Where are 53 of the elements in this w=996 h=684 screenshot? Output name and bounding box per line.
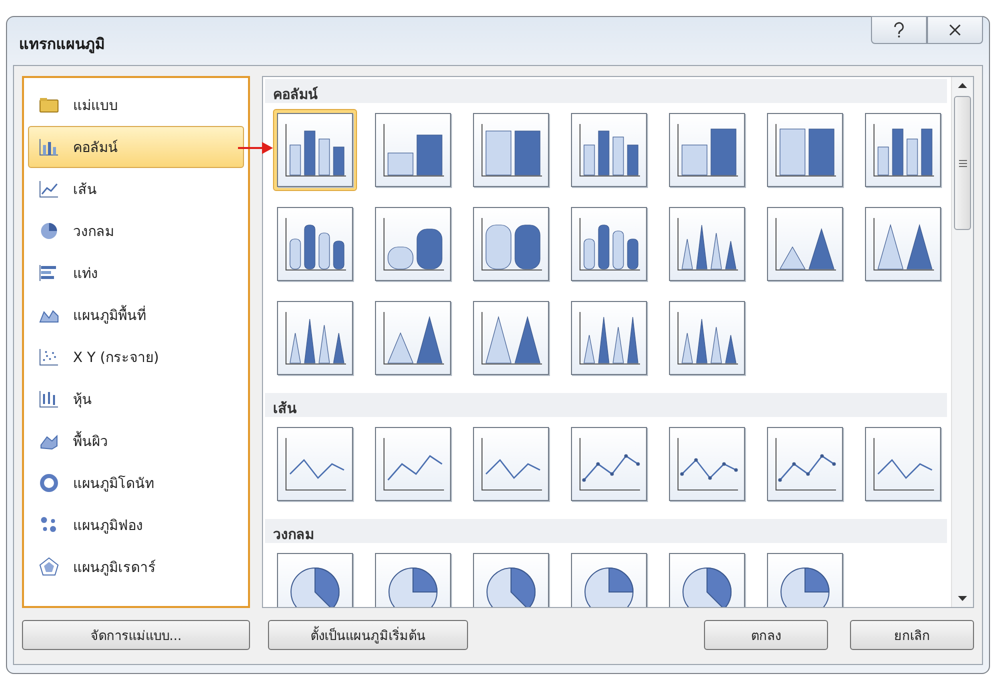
chart-thumbnail[interactable] (273, 109, 357, 191)
cancel-button[interactable]: ยกเลิก (850, 620, 974, 650)
chart-type-label: วงกลม (73, 223, 114, 242)
help-icon (893, 22, 905, 38)
stock-chart-icon (39, 389, 59, 409)
chart-type-label: แม่แบบ (73, 97, 118, 116)
manage-templates-button[interactable]: จัดการแม่แบบ... (22, 620, 250, 650)
section-heading: คอลัมน์ (265, 79, 947, 103)
chart-type-item[interactable]: แผนภูมิพื้นที่ (28, 294, 244, 336)
chart-type-item[interactable]: แผนภูมิฟอง (28, 504, 244, 546)
scroll-up-icon (958, 83, 967, 88)
section-heading: วงกลม (265, 519, 947, 543)
set-default-button[interactable]: ตั้งเป็นแผนภูมิเริ่มต้น (268, 620, 468, 650)
chart-type-label: แผนภูมิเรดาร์ (73, 558, 156, 578)
chart-type-label: หุ้น (73, 391, 92, 410)
bubble-chart-icon (39, 515, 59, 535)
close-button[interactable] (927, 16, 983, 44)
line-chart-icon (39, 179, 59, 199)
chart-type-label: พื้นผิว (73, 430, 108, 452)
radar-chart-icon (39, 557, 59, 577)
chart-type-label: แผนภูมิพื้นที่ (73, 304, 146, 326)
section-heading: เส้น (265, 393, 947, 417)
chart-type-label: คอลัมน์ (73, 138, 118, 158)
pie-chart-icon (39, 221, 59, 241)
scrollbar-thumb[interactable] (954, 96, 971, 230)
chart-type-item[interactable]: แผนภูมิเรดาร์ (28, 546, 244, 588)
column-chart-icon (39, 137, 59, 157)
scatter-chart-icon (39, 347, 59, 367)
chart-type-label: แผนภูมิฟอง (73, 517, 143, 536)
chart-type-item[interactable]: หุ้น (28, 378, 244, 420)
bar-chart-icon (39, 263, 59, 283)
arrow-icon (238, 140, 274, 156)
scroll-down-icon (958, 596, 967, 601)
chart-type-label: เส้น (73, 181, 97, 200)
chart-type-item[interactable]: แท่ง (28, 252, 244, 294)
folder-icon (39, 95, 59, 115)
window-title: แทรกแผนภูมิ (18, 34, 105, 56)
chart-type-label: แท่ง (73, 265, 98, 284)
chart-type-item[interactable]: X Y (กระจาย) (28, 336, 244, 378)
help-button[interactable] (871, 16, 927, 44)
chart-type-item[interactable]: เส้น (28, 168, 244, 210)
chart-type-item[interactable]: พื้นผิว (28, 420, 244, 462)
donut-chart-icon (39, 473, 59, 493)
chart-type-item[interactable]: คอลัมน์ (28, 126, 244, 168)
chart-type-label: X Y (กระจาย) (73, 349, 159, 368)
chart-type-label: แผนภูมิโดนัท (73, 474, 154, 494)
chart-type-item[interactable]: วงกลม (28, 210, 244, 252)
scrollbar[interactable] (951, 77, 973, 607)
chart-type-item[interactable]: แม่แบบ (28, 84, 244, 126)
ok-button[interactable]: ตกลง (704, 620, 828, 650)
chart-type-item[interactable]: แผนภูมิโดนัท (28, 462, 244, 504)
close-icon (949, 24, 961, 36)
grip-icon (958, 160, 966, 166)
